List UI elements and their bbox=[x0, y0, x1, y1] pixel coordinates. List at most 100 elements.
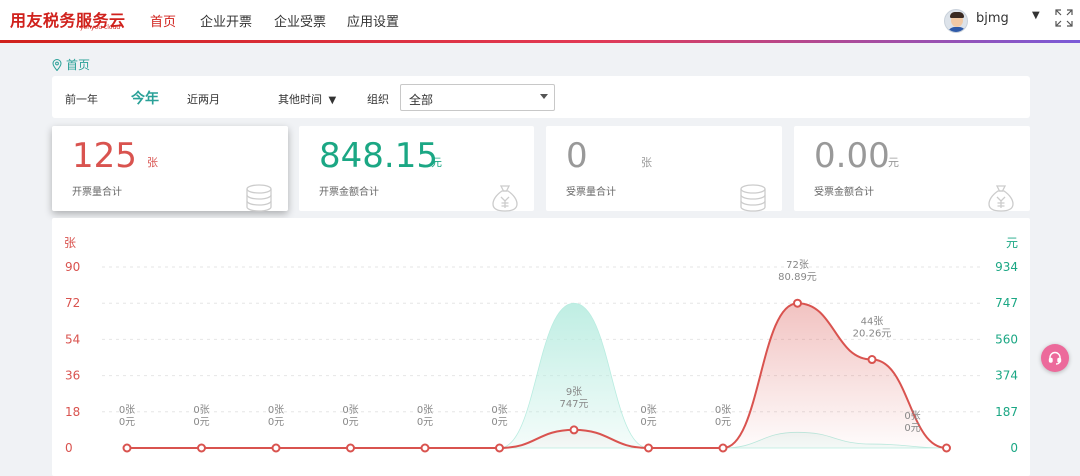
card-label: 受票量合计 bbox=[566, 187, 616, 198]
data-label-count: 0张 bbox=[640, 404, 656, 416]
y-left-tick-label: 90 bbox=[65, 260, 80, 274]
brand-divider bbox=[0, 40, 1080, 43]
headset-icon bbox=[1048, 351, 1062, 365]
data-label-amount: 20.26元 bbox=[853, 329, 892, 340]
org-select[interactable]: 全部 bbox=[400, 84, 555, 111]
y-right-axis-label: 元 bbox=[1006, 236, 1018, 250]
data-label-count: 0张 bbox=[491, 404, 507, 416]
y-right-tick-label: 0 bbox=[1010, 441, 1018, 455]
data-point bbox=[346, 443, 355, 453]
y-left-axis-label: 张 bbox=[64, 236, 76, 250]
data-label-amount: 0元 bbox=[715, 417, 731, 428]
data-point bbox=[867, 355, 877, 365]
data-label-amount: 0元 bbox=[904, 423, 920, 434]
money-bag-icon bbox=[492, 185, 518, 212]
money-bag-icon bbox=[988, 185, 1014, 212]
logo-subtext: yonyou cloud bbox=[80, 24, 121, 31]
nav-item-home[interactable]: 首页 bbox=[150, 11, 176, 30]
card-label: 开票量合计 bbox=[72, 187, 122, 198]
card-invoice-count[interactable]: 125 张 开票量合计 bbox=[52, 126, 288, 212]
data-label-amount: 0元 bbox=[491, 417, 507, 428]
data-label-amount: 0元 bbox=[640, 417, 656, 428]
data-label-count: 9张 bbox=[566, 386, 582, 398]
data-point bbox=[644, 443, 653, 453]
fullscreen-icon[interactable] bbox=[1055, 9, 1073, 27]
card-unit: 元 bbox=[888, 156, 899, 169]
y-left-tick-label: 18 bbox=[65, 405, 80, 419]
data-point bbox=[197, 443, 206, 453]
data-label-amount: 80.89元 bbox=[778, 272, 817, 283]
filter-bar: 前一年 今年 近两月 其他时间 ▼ 组织 全部 bbox=[52, 76, 1030, 118]
y-right-tick-label: 747 bbox=[995, 296, 1018, 310]
period-previous-year[interactable]: 前一年 bbox=[65, 91, 98, 107]
y-right-tick-label: 187 bbox=[995, 405, 1018, 419]
other-time-dropdown[interactable]: 其他时间 ▼ bbox=[278, 91, 336, 107]
user-avatar[interactable] bbox=[944, 9, 968, 33]
data-point bbox=[942, 443, 951, 453]
card-unit: 元 bbox=[431, 156, 442, 169]
card-unit: 张 bbox=[641, 156, 652, 169]
caret-down-icon[interactable]: ▼ bbox=[1032, 10, 1040, 21]
data-point bbox=[793, 298, 802, 308]
card-value: 125 bbox=[72, 136, 137, 176]
period-this-year[interactable]: 今年 bbox=[131, 88, 159, 108]
data-label-count: 0张 bbox=[268, 404, 284, 416]
data-point bbox=[420, 443, 430, 453]
data-label-amount: 0元 bbox=[342, 417, 358, 428]
data-label-count: 44张 bbox=[861, 316, 884, 328]
card-value: 0 bbox=[566, 136, 588, 176]
card-received-amount[interactable]: 0.00 元 受票金额合计 bbox=[794, 126, 1030, 212]
data-label-count: 0张 bbox=[193, 404, 209, 416]
breadcrumb-home[interactable]: 首页 bbox=[66, 58, 90, 72]
org-select-value: 全部 bbox=[409, 93, 434, 107]
nav-item-invoicing[interactable]: 企业开票 bbox=[200, 11, 252, 30]
coin-stack-icon bbox=[246, 184, 272, 212]
username[interactable]: bjmg bbox=[976, 11, 1009, 26]
y-left-tick-label: 0 bbox=[65, 441, 73, 455]
card-unit: 张 bbox=[147, 156, 158, 169]
y-right-tick-label: 934 bbox=[995, 260, 1018, 274]
data-label-count: 0张 bbox=[904, 410, 920, 422]
y-right-tick-label: 560 bbox=[995, 332, 1018, 346]
y-left-tick-label: 72 bbox=[65, 296, 80, 310]
location-pin-icon bbox=[52, 59, 62, 71]
y-left-tick-label: 36 bbox=[65, 369, 80, 383]
data-point bbox=[569, 425, 579, 435]
data-label-amount: 0元 bbox=[268, 417, 284, 428]
period-last-two-months[interactable]: 近两月 bbox=[187, 91, 220, 107]
data-label-amount: 0元 bbox=[119, 417, 135, 428]
org-label: 组织 bbox=[367, 93, 389, 106]
data-label-amount: 0元 bbox=[193, 417, 209, 428]
data-point bbox=[122, 443, 132, 453]
card-label: 受票金额合计 bbox=[814, 187, 874, 198]
app-logo[interactable]: 用友税务服务云 yonyou cloud bbox=[10, 7, 126, 31]
breadcrumb: 首页 bbox=[52, 56, 90, 73]
y-right-tick-label: 374 bbox=[995, 369, 1018, 383]
top-bar: 用友税务服务云 yonyou cloud 首页 企业开票 企业受票 应用设置 b… bbox=[0, 0, 1080, 40]
chevron-down-icon bbox=[540, 94, 548, 99]
card-invoice-amount[interactable]: 848.15 元 开票金额合计 bbox=[299, 126, 534, 212]
other-time-label: 其他时间 bbox=[278, 93, 322, 106]
caret-down-icon: ▼ bbox=[328, 95, 337, 106]
data-point bbox=[495, 443, 504, 453]
data-label-count: 72张 bbox=[786, 259, 809, 271]
help-button[interactable] bbox=[1041, 344, 1069, 372]
nav-item-settings[interactable]: 应用设置 bbox=[347, 11, 399, 30]
card-received-count[interactable]: 0 张 受票量合计 bbox=[546, 126, 782, 212]
data-label-amount: 0元 bbox=[417, 417, 433, 428]
nav-item-receiving[interactable]: 企业受票 bbox=[274, 11, 326, 30]
trend-chart: 90 934 72 747 54 560 36 374 18 187 0 0 张元 0张 0元 0张 0元 0张 0… bbox=[52, 218, 1030, 476]
y-left-tick-label: 54 bbox=[65, 332, 80, 346]
data-point bbox=[718, 443, 728, 453]
card-label: 开票金额合计 bbox=[319, 187, 379, 198]
data-label-count: 0张 bbox=[715, 404, 731, 416]
data-point bbox=[271, 443, 281, 453]
data-label-count: 0张 bbox=[417, 404, 433, 416]
card-value: 0.00 bbox=[814, 136, 890, 176]
data-label-count: 0张 bbox=[342, 404, 358, 416]
data-label-amount: 747元 bbox=[559, 399, 588, 410]
card-value: 848.15 bbox=[319, 136, 438, 176]
trend-chart-svg: 90 93472 74754 56036 37418 1870 0张 元0张0元0张0元0张0… bbox=[64, 236, 1018, 455]
data-label-count: 0张 bbox=[119, 404, 135, 416]
coin-stack-icon bbox=[740, 184, 766, 212]
